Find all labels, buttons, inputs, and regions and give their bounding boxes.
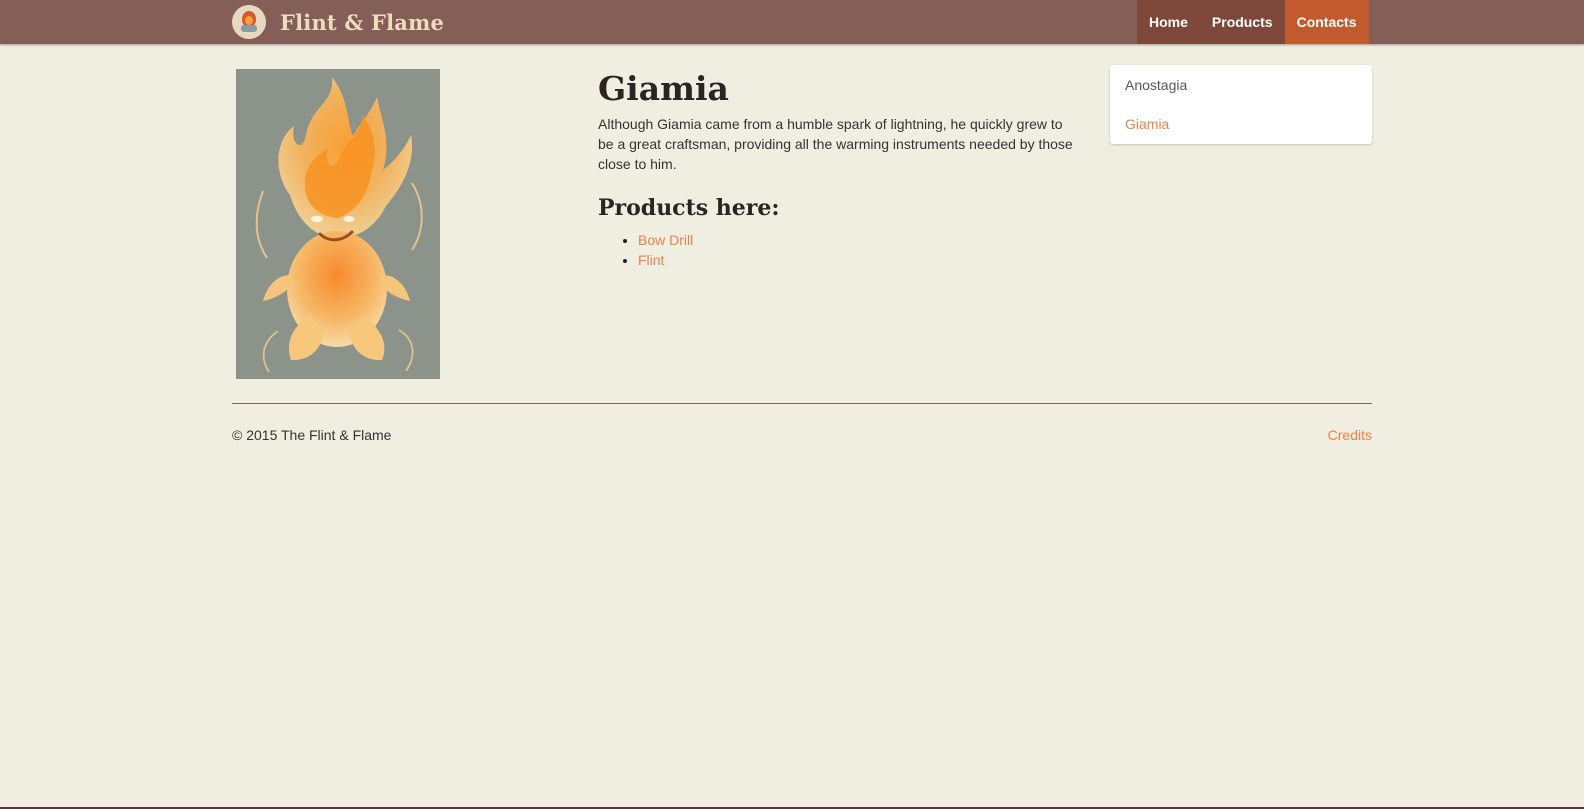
character-sidebar: Anostagia Giamia: [1110, 65, 1372, 144]
credits-link[interactable]: Credits: [1328, 427, 1372, 443]
top-navbar: Flint & Flame Home Products Contacts: [0, 0, 1584, 44]
product-link-bow-drill[interactable]: Bow Drill: [638, 232, 693, 248]
main-nav: Home Products Contacts: [1137, 0, 1369, 44]
nav-products[interactable]: Products: [1199, 0, 1285, 44]
footer-divider: [232, 403, 1372, 404]
products-heading: Products here:: [598, 195, 780, 221]
product-list-item: Flint: [638, 250, 1080, 270]
character-description: Although Giamia came from a humble spark…: [598, 116, 1073, 172]
products-list: Bow Drill Flint: [598, 230, 1080, 270]
sidebar-item-giamia[interactable]: Giamia: [1125, 116, 1169, 132]
nav-contacts[interactable]: Contacts: [1284, 0, 1369, 44]
brand-name: Flint & Flame: [280, 9, 445, 35]
product-link-flint[interactable]: Flint: [638, 252, 664, 268]
flame-logo-icon: [232, 5, 266, 39]
product-list-item: Bow Drill: [638, 230, 1080, 250]
main-content: Giamia Although Giamia came from a humbl…: [598, 68, 1080, 270]
sidebar-item-anostagia[interactable]: Anostagia: [1125, 77, 1187, 93]
brand-link[interactable]: Flint & Flame: [232, 5, 444, 39]
nav-home[interactable]: Home: [1137, 0, 1200, 44]
giamia-portrait: [236, 69, 440, 379]
page-title: Giamia: [598, 69, 729, 108]
fire-sprite-illustration: [255, 77, 423, 373]
copyright-text: © 2015 The Flint & Flame: [232, 427, 392, 443]
